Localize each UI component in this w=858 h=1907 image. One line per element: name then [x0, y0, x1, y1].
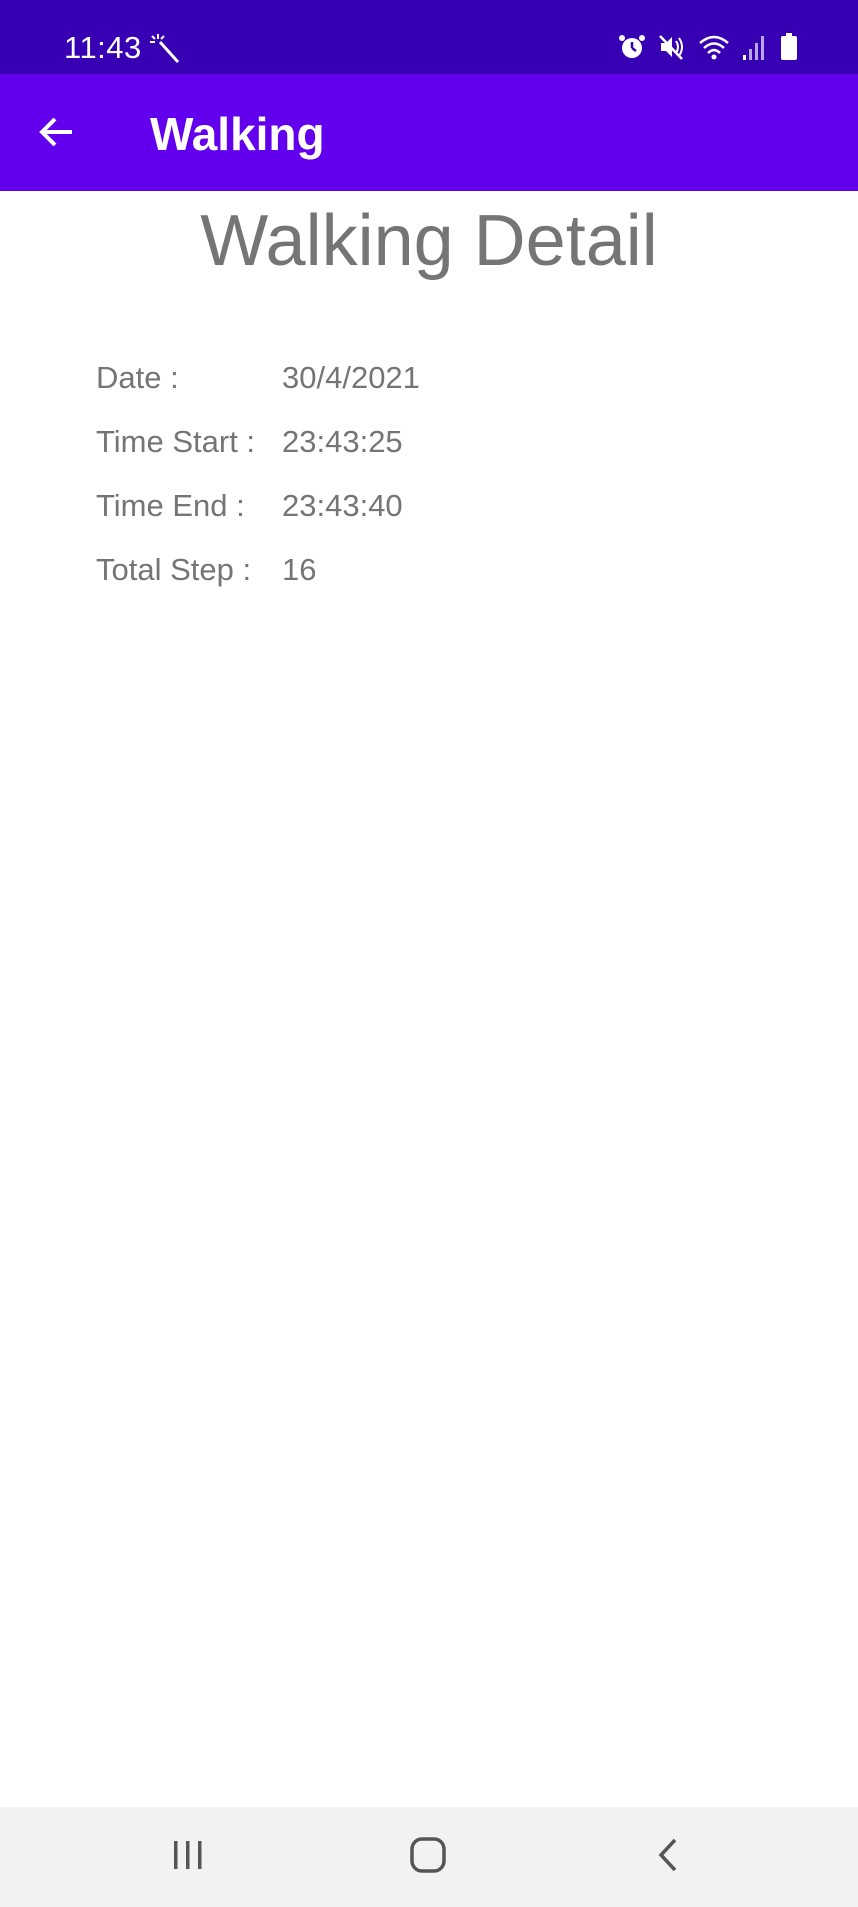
app-bar: Walking	[0, 74, 858, 191]
nav-back-button[interactable]	[628, 1827, 708, 1887]
battery-icon	[780, 33, 798, 61]
status-time: 11:43	[64, 30, 142, 65]
alarm-icon	[618, 33, 646, 61]
page-heading: Walking Detail	[200, 201, 658, 281]
recent-apps-button[interactable]	[148, 1827, 228, 1887]
home-icon	[409, 1836, 447, 1879]
total-step-value: 16	[282, 552, 317, 587]
status-bar: 11:43	[0, 0, 858, 74]
date-label: Date :	[96, 360, 179, 395]
time-start-label: Time Start :	[96, 424, 256, 459]
time-end-label: Time End :	[96, 488, 245, 523]
app-bar-title: Walking	[150, 108, 325, 160]
system-nav-bar	[0, 1807, 858, 1907]
magic-wand-icon	[150, 34, 182, 69]
arrow-left-icon	[36, 112, 76, 157]
time-end-value: 23:43:40	[282, 488, 403, 523]
back-button[interactable]	[24, 102, 88, 166]
total-step-label: Total Step :	[96, 552, 252, 587]
time-start-value: 23:43:25	[282, 424, 403, 459]
wifi-icon	[698, 33, 730, 61]
date-value: 30/4/2021	[282, 360, 420, 395]
signal-icon	[742, 33, 768, 61]
back-icon	[653, 1837, 683, 1878]
status-icons	[618, 33, 798, 61]
home-button[interactable]	[388, 1827, 468, 1887]
mute-icon	[658, 33, 686, 61]
recent-apps-icon	[170, 1838, 206, 1877]
